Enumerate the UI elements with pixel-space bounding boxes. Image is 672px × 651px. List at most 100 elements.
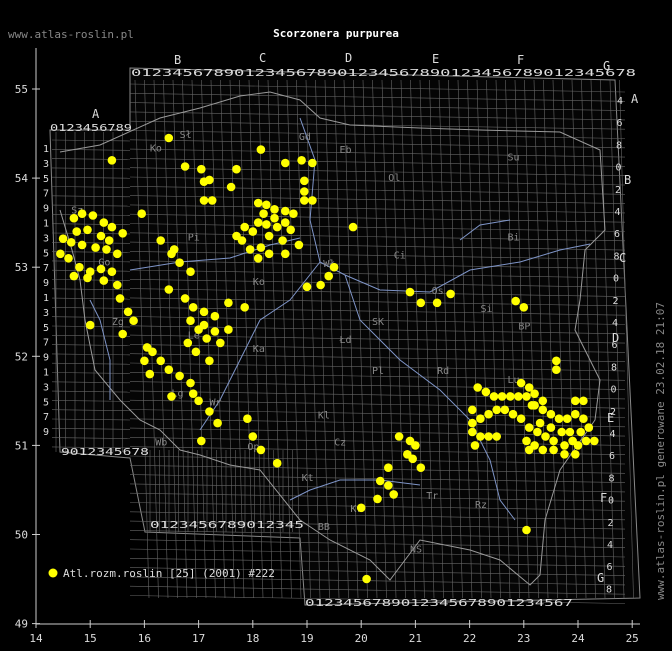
record-point xyxy=(468,405,477,415)
record-point xyxy=(473,383,483,392)
site-watermark[interactable]: www.atlas-roslin.pl xyxy=(8,28,134,41)
record-point xyxy=(197,164,206,174)
region-label: BB xyxy=(318,522,330,533)
record-point xyxy=(270,205,279,214)
right-square-digit: 4 xyxy=(617,96,623,107)
map-title: Scorzonera purpurea xyxy=(273,27,399,40)
record-point xyxy=(207,196,217,205)
region-label: Su xyxy=(508,152,520,163)
record-point xyxy=(571,450,580,459)
right-square-digit: 6 xyxy=(607,562,613,573)
record-point xyxy=(281,206,290,216)
record-point xyxy=(256,445,266,455)
record-point xyxy=(514,392,523,401)
record-point xyxy=(83,273,92,283)
record-point xyxy=(270,213,279,223)
x-tick-label: 20 xyxy=(355,632,368,645)
record-point xyxy=(522,392,531,401)
record-point xyxy=(256,243,266,252)
record-point xyxy=(524,383,534,392)
record-point xyxy=(557,427,566,437)
side-watermark[interactable]: www.atlas-roslin.pl generowane 23.02.18 … xyxy=(654,302,667,600)
right-square-digit: 0 xyxy=(611,385,617,396)
record-point xyxy=(118,329,127,339)
right-square-digit: 0 xyxy=(616,163,622,174)
record-point xyxy=(281,218,290,227)
x-tick-label: 23 xyxy=(517,632,530,645)
record-point xyxy=(272,222,282,232)
record-point xyxy=(533,427,542,437)
legend-marker xyxy=(48,568,58,578)
record-point xyxy=(308,196,317,205)
region-label: Wr xyxy=(209,397,221,408)
record-point xyxy=(156,236,165,245)
record-point xyxy=(516,378,526,388)
grid-letter-right: B xyxy=(624,173,631,187)
right-square-digit: 2 xyxy=(613,296,619,307)
record-point xyxy=(99,276,109,285)
record-point xyxy=(58,234,68,243)
grid-letter-top: A xyxy=(92,107,100,121)
record-point xyxy=(384,481,393,490)
record-point xyxy=(492,432,502,441)
record-point xyxy=(213,418,222,428)
x-tick-label: 25 xyxy=(626,632,639,645)
record-point xyxy=(519,303,529,312)
region-label: Ko xyxy=(150,143,162,154)
top-a-square-digits: 0123456789 xyxy=(50,123,132,134)
x-tick-label: 14 xyxy=(29,632,43,645)
right-square-digit: 0 xyxy=(613,274,619,285)
bottom-mid-square-digits: 0123456789012345678901234567 xyxy=(305,598,573,609)
region-label: SK xyxy=(372,317,384,328)
record-point xyxy=(362,574,371,584)
record-point xyxy=(324,271,334,281)
record-point xyxy=(216,338,225,348)
grid-letter-right: A xyxy=(631,92,639,106)
record-point xyxy=(497,392,507,401)
record-point xyxy=(164,365,174,375)
record-point xyxy=(384,463,393,473)
record-point xyxy=(348,222,358,232)
right-square-digit: 6 xyxy=(609,451,615,462)
record-point xyxy=(169,245,179,254)
record-point xyxy=(538,405,548,415)
record-point xyxy=(113,280,122,290)
record-point xyxy=(375,476,385,486)
record-point xyxy=(446,289,455,299)
record-point xyxy=(262,220,271,229)
region-label: Cz xyxy=(334,437,346,448)
region-label: Bi xyxy=(508,232,520,243)
x-tick-label: 21 xyxy=(409,632,422,645)
record-point xyxy=(253,218,263,227)
region-label: Wb xyxy=(155,437,167,448)
record-point xyxy=(77,240,87,250)
record-point xyxy=(522,436,531,446)
left-square-digit: 5 xyxy=(43,323,49,334)
left-square-digit: 5 xyxy=(43,397,49,408)
record-point xyxy=(123,307,133,317)
record-point xyxy=(140,356,149,366)
y-tick-label: 51 xyxy=(15,439,28,452)
record-point xyxy=(411,441,420,450)
record-point xyxy=(468,427,477,437)
record-point xyxy=(554,414,564,424)
record-point xyxy=(541,432,550,441)
region-label: BP xyxy=(518,322,530,333)
record-point xyxy=(183,338,193,348)
record-point xyxy=(253,198,263,208)
record-point xyxy=(549,436,558,446)
grid-letter-top: G xyxy=(603,59,610,73)
legend-label: Atl.rozm.roslin [25] (2001) #222 xyxy=(63,567,275,580)
region-label: Kt xyxy=(302,473,314,484)
y-tick-label: 53 xyxy=(15,261,28,274)
record-point xyxy=(584,423,594,432)
y-tick-label: 54 xyxy=(15,172,29,185)
record-point xyxy=(248,227,258,236)
record-point xyxy=(88,211,98,220)
region-label: Eb xyxy=(340,145,352,156)
y-tick-label: 52 xyxy=(15,350,28,363)
region-label: Pi xyxy=(188,232,200,243)
record-point xyxy=(224,325,233,334)
record-point xyxy=(432,298,442,308)
grid-letter-right: G xyxy=(597,571,604,585)
